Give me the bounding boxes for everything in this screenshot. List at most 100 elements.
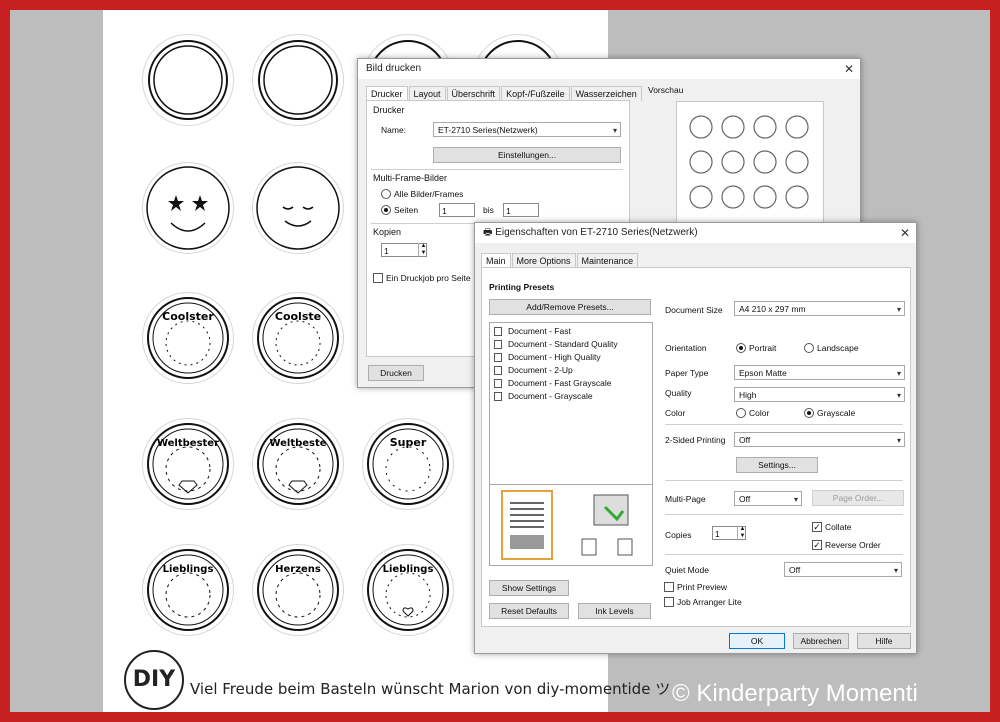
sticker-lieblings-2: Lieblings	[362, 544, 454, 636]
list-item[interactable]: Document - High Quality	[494, 352, 601, 362]
copies-value: 1	[384, 246, 389, 256]
print-preview-label: Print Preview	[677, 582, 728, 592]
quiet-mode-value: Off	[789, 565, 801, 575]
color-label: Color	[665, 408, 686, 418]
cancel-button[interactable]: Abbrechen	[793, 633, 849, 649]
document-size-label: Document Size	[665, 305, 723, 315]
reset-defaults-button[interactable]: Reset Defaults	[489, 603, 569, 619]
all-frames-radio[interactable]	[381, 189, 391, 199]
printer-value: ET-2710 Series(Netzwerk)	[438, 125, 538, 135]
orientation-label: Orientation	[665, 343, 707, 353]
tab-main[interactable]: Main	[481, 253, 511, 268]
print-dialog-title: Bild drucken	[366, 63, 422, 74]
drucken-button[interactable]: Drucken	[368, 365, 424, 381]
presets-list: Document - Fast Document - Standard Qual…	[489, 322, 653, 487]
one-job-checkbox[interactable]	[373, 273, 383, 283]
pages-radio[interactable]	[381, 205, 391, 215]
portrait-radio[interactable]	[736, 343, 746, 353]
add-remove-presets-button[interactable]: Add/Remove Presets...	[489, 299, 651, 315]
quiet-mode-label: Quiet Mode	[665, 565, 709, 575]
preset-label: Document - Standard Quality	[508, 339, 618, 349]
ok-button[interactable]: OK	[729, 633, 785, 649]
quality-select[interactable]: High ▾	[734, 387, 905, 402]
to-page-input[interactable]: 1	[503, 203, 539, 217]
list-item[interactable]: Document - Grayscale	[494, 391, 593, 401]
page-order-button[interactable]: Page Order...	[812, 490, 904, 506]
tab-ueberschrift[interactable]: Überschrift	[446, 86, 501, 101]
portrait-label: Portrait	[749, 343, 777, 353]
sticker-weltbeste: Weltbeste	[252, 418, 344, 510]
list-item[interactable]: Document - 2-Up	[494, 365, 573, 375]
divider	[665, 480, 903, 481]
preset-label: Document - High Quality	[508, 352, 601, 362]
tab-kopf-fusszeile[interactable]: Kopf-/Fußzeile	[501, 86, 570, 101]
tab-more-options[interactable]: More Options	[511, 253, 576, 268]
document-icon	[494, 391, 502, 401]
sticker-label: Weltbeste	[269, 438, 326, 449]
preset-label: Document - Fast	[508, 326, 571, 336]
sticker-star-eyes	[142, 162, 234, 254]
grayscale-radio[interactable]	[804, 408, 814, 418]
kopien-group-title: Kopien	[373, 227, 402, 237]
reverse-order-checkbox[interactable]: ✓	[812, 540, 822, 550]
list-item[interactable]: Document - Standard Quality	[494, 339, 618, 349]
settings-button[interactable]: Settings...	[736, 457, 818, 473]
sticker-smile	[252, 162, 344, 254]
copies-spinner[interactable]: ▲ ▼	[418, 243, 428, 257]
list-item[interactable]: Document - Fast Grayscale	[494, 378, 611, 388]
properties-dialog: 🖶 Eigenschaften von ET-2710 Series(Netzw…	[474, 222, 917, 654]
divider	[371, 169, 623, 170]
printer-select[interactable]: ET-2710 Series(Netzwerk) ▾	[433, 122, 621, 137]
quality-value: High	[739, 390, 757, 400]
print-preview-checkbox[interactable]	[664, 582, 674, 592]
ink-levels-button[interactable]: Ink Levels	[578, 603, 651, 619]
sticker-label: Lieblings	[163, 564, 214, 575]
sticker-coolster: Coolster	[142, 292, 234, 384]
show-settings-button[interactable]: Show Settings	[489, 580, 569, 596]
diy-logo: DIY	[124, 650, 184, 710]
color-option-label: Color	[749, 408, 770, 418]
sticker-plain-2	[252, 34, 344, 126]
pages-label: Seiten	[394, 205, 419, 215]
chevron-down-icon: ▾	[896, 305, 901, 314]
list-item[interactable]: Document - Fast	[494, 326, 571, 336]
all-frames-label: Alle Bilder/Frames	[394, 189, 464, 199]
quiet-mode-select[interactable]: Off ▾	[784, 562, 902, 577]
document-icon	[494, 326, 502, 336]
tab-maintenance[interactable]: Maintenance	[576, 253, 639, 268]
two-sided-select[interactable]: Off ▾	[734, 432, 905, 447]
preset-label: Document - 2-Up	[508, 365, 573, 375]
paper-type-select[interactable]: Epson Matte ▾	[734, 365, 905, 380]
bis-label: bis	[483, 205, 494, 215]
close-icon[interactable]: ✕	[844, 59, 854, 79]
landscape-radio[interactable]	[804, 343, 814, 353]
tab-wasserzeichen[interactable]: Wasserzeichen	[570, 86, 642, 101]
one-job-label: Ein Druckjob pro Seite	[386, 273, 471, 283]
sticker-super: Super	[362, 418, 454, 510]
sticker-weltbester: Weltbester	[142, 418, 234, 510]
footer-text: Viel Freude beim Basteln wünscht Marion …	[190, 680, 671, 698]
tab-layout[interactable]: Layout	[408, 86, 446, 101]
paper-preview-graphic	[501, 490, 633, 560]
chevron-down-icon: ▾	[893, 566, 898, 575]
divider	[665, 514, 903, 515]
multipage-select[interactable]: Off ▾	[734, 491, 802, 506]
document-size-select[interactable]: A4 210 x 297 mm ▾	[734, 301, 905, 316]
sticker-coolste: Coolste	[252, 292, 344, 384]
from-page-input[interactable]: 1	[439, 203, 475, 217]
tab-drucker[interactable]: Drucker	[366, 86, 408, 101]
paper-type-label: Paper Type	[665, 368, 709, 378]
close-icon[interactable]: ✕	[900, 223, 910, 243]
landscape-label: Landscape	[817, 343, 859, 353]
job-arranger-checkbox[interactable]	[664, 597, 674, 607]
document-icon	[494, 365, 502, 375]
sticker-plain-1	[142, 34, 234, 126]
color-radio[interactable]	[736, 408, 746, 418]
drucker-group-title: Drucker	[373, 105, 405, 115]
help-button[interactable]: Hilfe	[857, 633, 911, 649]
copies-spinner[interactable]: ▲ ▼	[737, 526, 747, 540]
collate-checkbox[interactable]: ✓	[812, 522, 822, 532]
chevron-down-icon: ▾	[793, 495, 798, 504]
document-icon	[494, 352, 502, 362]
einstellungen-button[interactable]: Einstellungen...	[433, 147, 621, 163]
